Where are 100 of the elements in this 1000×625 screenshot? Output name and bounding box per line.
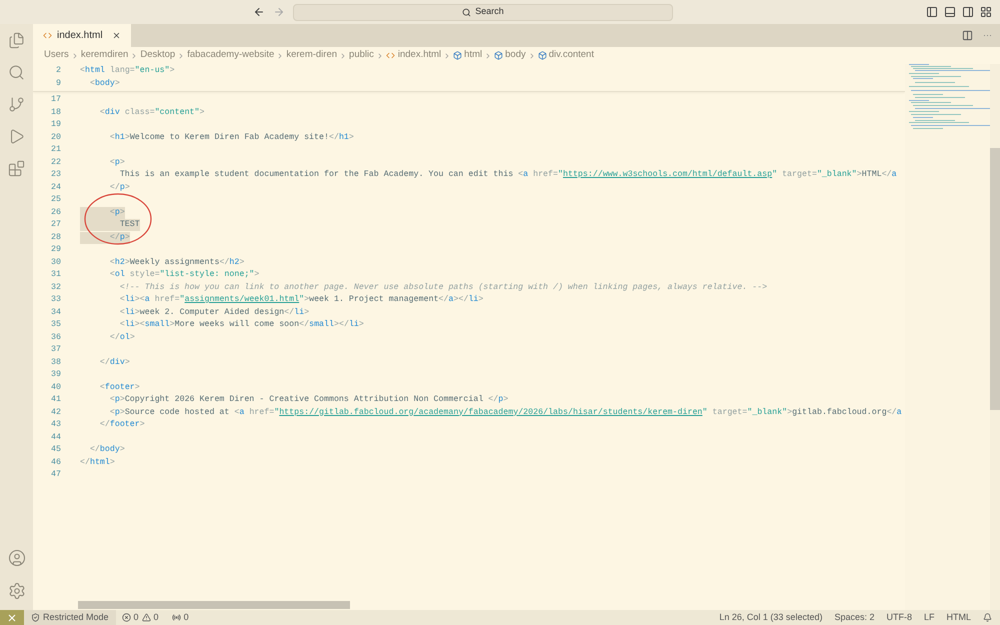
annotation-circle [83, 192, 153, 246]
breadcrumb-item[interactable]: index.html [398, 48, 442, 63]
breadcrumb-item[interactable]: keremdiren [80, 48, 128, 63]
code-line: </footer> [98, 419, 145, 432]
remote-button[interactable] [0, 610, 24, 625]
code-line: <h1>Welcome to Kerem Diren Fab Academy site!</h1> [108, 132, 354, 144]
line-number: 42 [50, 406, 61, 419]
code-line: </html> [80, 456, 115, 469]
shield-icon [31, 613, 40, 622]
line-number: 31 [50, 269, 61, 282]
breadcrumb-item[interactable]: div.content [548, 48, 594, 63]
horizontal-scrollbar[interactable] [78, 601, 350, 609]
notifications-icon[interactable] [983, 613, 992, 622]
line-number: 37 [50, 344, 61, 356]
files-icon[interactable] [8, 32, 25, 49]
panel-right-icon[interactable] [962, 6, 974, 18]
ports-count[interactable]: 0 [184, 610, 189, 624]
error-count[interactable]: 0 [134, 610, 139, 624]
code-line: </div> [98, 356, 130, 369]
restricted-mode-button[interactable]: Restricted Mode [24, 610, 116, 625]
line-number: 43 [50, 419, 61, 432]
forward-arrow-icon[interactable] [273, 6, 285, 18]
remote-icon [8, 614, 16, 622]
account-icon[interactable] [8, 549, 26, 567]
line-number: 44 [50, 432, 61, 444]
line-number: 26 [50, 206, 61, 219]
line-number: 27 [50, 219, 61, 232]
warning-icon [142, 613, 151, 622]
breadcrumb-item[interactable]: body [505, 48, 526, 63]
vertical-scrollbar[interactable] [990, 148, 1000, 410]
code-line: </body> [88, 444, 125, 456]
back-arrow-icon[interactable] [253, 6, 265, 18]
search-icon [462, 8, 472, 16]
code-line: <div class="content"> [98, 106, 204, 119]
line-number: 20 [50, 132, 61, 144]
line-number: 21 [50, 144, 61, 156]
breadcrumb-item[interactable]: kerem-diren [286, 48, 338, 63]
code-line: <ol style="list-style: none;"> [108, 269, 260, 282]
code-line: <li><small>More weeks will come soon</small></li> [118, 319, 364, 332]
code-line: This is an example student documentation for the Fab Academy. You can edit this <a href="https://www.w3schools.com/html/default.asp" target="_blank">HTML</a [118, 169, 897, 182]
ports-icon [172, 613, 181, 622]
cube-icon [494, 51, 504, 60]
code-line: <p> [108, 156, 125, 169]
layout-icon[interactable] [980, 6, 992, 18]
code-line: <p>Source code hosted at <a href="https://gitlab.fabcloud.org/academany/fabacademy/2026/labs/hisar/students/kerem-diren" target="_blank">gitlab.fabcloud.org</a [108, 406, 902, 419]
line-number: 38 [50, 356, 61, 369]
more-actions-button[interactable]: ··· [983, 28, 992, 42]
code-line: <footer> [98, 382, 140, 394]
run-icon[interactable] [8, 128, 25, 145]
line-number: 28 [50, 232, 61, 244]
cursor-position[interactable]: Ln 26, Col 1 (33 selected) [719, 610, 822, 624]
error-icon [122, 613, 131, 622]
line-number: 29 [50, 244, 61, 256]
line-number: 36 [50, 332, 61, 344]
cube-icon [453, 51, 462, 60]
line-number: 18 [50, 106, 61, 119]
code-line: <li><a href="assignments/week01.html">week 1. Project management</a></li> [118, 294, 484, 306]
code-line: <!-- This is how you can link to another page. Never use absolute paths (starting with /) when linking pages, always relative. --> [118, 282, 768, 294]
panel-bottom-icon[interactable] [944, 6, 956, 18]
extensions-icon[interactable] [8, 160, 25, 177]
code-line: <h2>Weekly assignments</h2> [108, 256, 244, 269]
html-file-icon [386, 51, 395, 60]
breadcrumb-item[interactable]: Users [44, 48, 69, 63]
warning-count[interactable]: 0 [154, 610, 159, 624]
html-file-icon [43, 31, 52, 40]
close-icon[interactable] [112, 31, 121, 40]
line-number: 33 [50, 294, 61, 306]
breadcrumb-item[interactable]: Desktop [140, 48, 176, 63]
search-field[interactable]: Search [293, 4, 673, 20]
line-number: 46 [50, 456, 61, 469]
editor-tab[interactable]: index.html [33, 24, 131, 47]
line-number: 40 [50, 382, 61, 394]
code-line: </p> [108, 182, 130, 194]
panel-left-icon[interactable] [926, 6, 938, 18]
breadcrumb-item[interactable]: html [464, 48, 482, 63]
line-number: 32 [50, 282, 61, 294]
breadcrumb-item[interactable]: fabacademy-website [187, 48, 274, 63]
line-number: 23 [50, 169, 61, 182]
line-number: 24 [50, 182, 61, 194]
breadcrumb-item[interactable]: public [349, 48, 374, 63]
language-mode[interactable]: HTML [946, 610, 971, 624]
line-number: 17 [50, 94, 61, 106]
line-number: 25 [50, 194, 61, 206]
line-number: 22 [50, 156, 61, 169]
line-number: 34 [50, 306, 61, 319]
line-number: 47 [50, 469, 61, 482]
indentation-setting[interactable]: Spaces: 2 [834, 610, 874, 624]
line-number: 35 [50, 319, 61, 332]
line-ending-setting[interactable]: LF [924, 610, 934, 624]
settings-icon[interactable] [8, 582, 26, 600]
source-control-icon[interactable] [8, 96, 25, 113]
code-line: <p>Copyright 2026 Kerem Diren - Creative Commons Attribution Non Commercial </p> [108, 394, 508, 406]
code-line: <li>week 2. Computer Aided design</li> [118, 306, 310, 319]
line-number: 9 [55, 78, 61, 90]
split-editor-icon[interactable] [962, 30, 973, 41]
line-number: 41 [50, 394, 61, 406]
search-icon[interactable] [8, 64, 25, 81]
encoding-setting[interactable]: UTF-8 [886, 610, 912, 624]
line-number: 45 [50, 444, 61, 456]
code-line: <body> [88, 78, 120, 90]
